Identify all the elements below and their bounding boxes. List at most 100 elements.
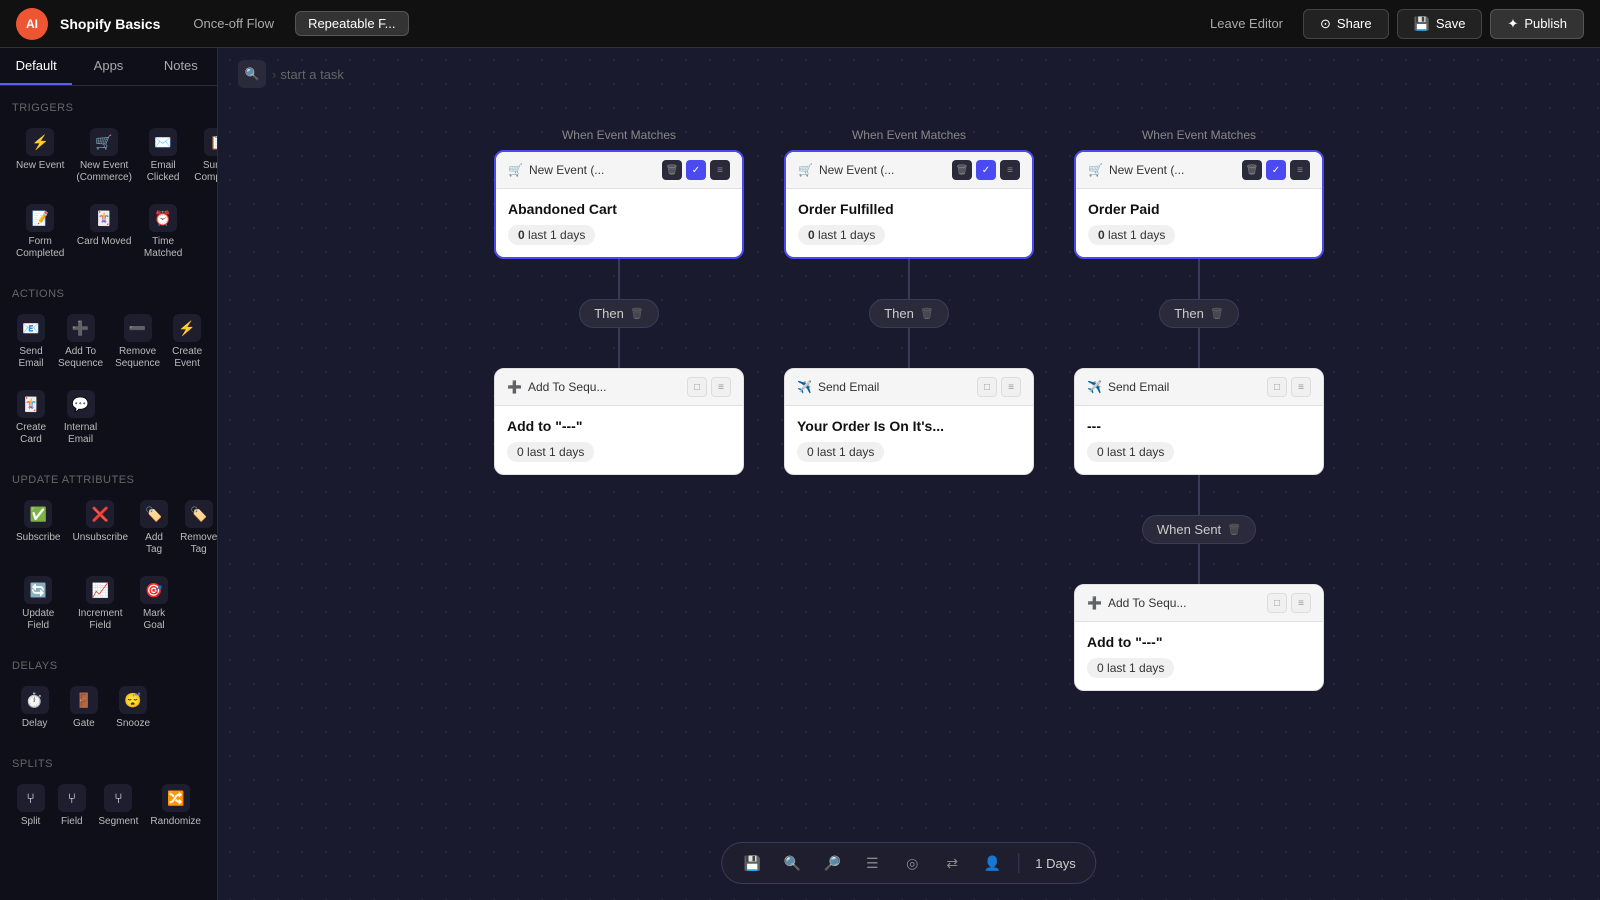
sidebar-item-label: Delay — [22, 718, 48, 730]
card-menu-btn-3[interactable]: ≡ — [1290, 160, 1310, 180]
tab-repeatable[interactable]: Repeatable F... — [295, 11, 408, 36]
action-menu-btn-3[interactable]: ≡ — [1291, 377, 1311, 397]
card-menu-btn-1[interactable]: ≡ — [710, 160, 730, 180]
canvas-search-button[interactable]: 🔍 — [238, 60, 266, 88]
sidebar-item-time-matched[interactable]: ⏰ Time Matched — [140, 196, 186, 268]
card-check-btn-3[interactable]: ✓ — [1266, 160, 1286, 180]
sidebar-item-subscribe[interactable]: ✅ Subscribe — [12, 492, 64, 564]
sub-action-card-3[interactable]: ➕ Add To Sequ... □ ≡ Add to "---" 0 last… — [1074, 584, 1324, 691]
event-card-2[interactable]: 🛒 New Event (... 🗑 ✓ ≡ Order Fulfilled 0… — [784, 150, 1034, 259]
event-card-3[interactable]: 🛒 New Event (... 🗑 ✓ ≡ Order Paid 0 last… — [1074, 150, 1324, 259]
sidebar-item-label: Update Field — [16, 608, 60, 632]
leave-editor-button[interactable]: Leave Editor — [1198, 10, 1295, 37]
event-card-actions-1: 🗑 ✓ ≡ — [662, 160, 730, 180]
sub-action-delete-btn-3[interactable]: □ — [1267, 593, 1287, 613]
action-card-title-3: Send Email — [1108, 380, 1261, 394]
sidebar-item-unsubscribe[interactable]: ❌ Unsubscribe — [68, 492, 132, 564]
when-sent-trash-icon: 🗑 — [1227, 523, 1241, 536]
sidebar-tab-notes[interactable]: Notes — [145, 48, 217, 85]
sidebar-item-randomize[interactable]: 🔀 Randomize — [146, 776, 205, 836]
toolbar-zoom-in-btn[interactable]: 🔍 — [778, 849, 806, 877]
sidebar-item-add-tag[interactable]: 🏷️ Add Tag — [136, 492, 172, 564]
connector-line-3b — [1198, 328, 1200, 368]
sidebar-item-label: Field — [61, 816, 83, 828]
sidebar-item-create-event[interactable]: ⚡ Create Event — [168, 306, 206, 378]
card-check-btn-2[interactable]: ✓ — [976, 160, 996, 180]
sidebar-item-remove-tag[interactable]: 🏷️ Remove Tag — [176, 492, 218, 564]
connector-line-3 — [1198, 259, 1200, 299]
breadcrumb: › start a task — [272, 67, 344, 82]
sidebar-item-form[interactable]: 📝 Form Completed — [12, 196, 68, 268]
sidebar-item-label: Gate — [73, 718, 95, 730]
action-delete-btn-2[interactable]: □ — [977, 377, 997, 397]
sidebar-item-create-card[interactable]: 🃏 Create Card — [12, 382, 50, 454]
sidebar-item-survey[interactable]: 📋 Survey Completed — [190, 120, 218, 192]
sub-action-stat-3: 0 last 1 days — [1087, 658, 1174, 678]
publish-button[interactable]: ✦ Publish — [1490, 9, 1584, 39]
sidebar-item-label: Unsubscribe — [72, 532, 128, 544]
action-card-2[interactable]: ✈️ Send Email □ ≡ Your Order Is On It's.… — [784, 368, 1034, 475]
sidebar-item-new-event[interactable]: ⚡ New Event — [12, 120, 68, 192]
toolbar-person-btn[interactable]: 👤 — [978, 849, 1006, 877]
sidebar-item-send-email[interactable]: 📧 Send Email — [12, 306, 50, 378]
toolbar-zoom-out-btn[interactable]: 🔎 — [818, 849, 846, 877]
sidebar-item-label: Remove Tag — [180, 532, 217, 556]
header: AI Shopify Basics Once-off Flow Repeatab… — [0, 0, 1600, 48]
sidebar-item-split[interactable]: ⑂ Split — [12, 776, 49, 836]
sidebar-item-gate[interactable]: 🚪 Gate — [61, 678, 106, 738]
sidebar-tab-apps[interactable]: Apps — [72, 48, 144, 85]
sub-connector-line-3b — [1198, 544, 1200, 584]
header-right: Leave Editor ⊙ Share 💾 Save ✦ Publish — [1198, 9, 1584, 39]
share-button[interactable]: ⊙ Share — [1303, 9, 1389, 39]
update-attributes-grid: ✅ Subscribe ❌ Unsubscribe 🏷️ Add Tag 🏷️ … — [12, 492, 205, 640]
sidebar: Default Apps Notes Triggers ⚡ New Event … — [0, 48, 218, 900]
tab-once-off[interactable]: Once-off Flow — [180, 11, 287, 36]
card-check-btn-1[interactable]: ✓ — [686, 160, 706, 180]
sidebar-item-card-moved[interactable]: 🃏 Card Moved — [72, 196, 136, 268]
sidebar-item-field-split[interactable]: ⑂ Field — [53, 776, 90, 836]
action-delete-btn-3[interactable]: □ — [1267, 377, 1287, 397]
action-card-3[interactable]: ✈️ Send Email □ ≡ --- 0 last 1 days — [1074, 368, 1324, 475]
form-icon: 📝 — [26, 204, 54, 232]
sidebar-item-update-field[interactable]: 🔄 Update Field — [12, 568, 64, 640]
sidebar-item-email-clicked[interactable]: ✉️ Email Clicked — [140, 120, 186, 192]
when-sent-button[interactable]: When Sent 🗑 — [1142, 515, 1256, 544]
sidebar-item-label: Email Clicked — [144, 160, 182, 184]
card-delete-btn-1[interactable]: 🗑 — [662, 160, 682, 180]
sidebar-item-mark-goal[interactable]: 🎯 Mark Goal — [136, 568, 172, 640]
then-button-3[interactable]: Then 🗑 — [1159, 299, 1239, 328]
canvas: 🔍 › start a task When Event Matches 🛒 Ne… — [218, 48, 1600, 900]
sidebar-item-new-event-commerce[interactable]: 🛒 New Event (Commerce) — [72, 120, 136, 192]
toolbar-list-btn[interactable]: ☰ — [858, 849, 886, 877]
sub-action-menu-btn-3[interactable]: ≡ — [1291, 593, 1311, 613]
sidebar-item-label: Segment — [98, 816, 138, 828]
event-card-1[interactable]: 🛒 New Event (... 🗑 ✓ ≡ Abandoned Cart 0 … — [494, 150, 744, 259]
save-button[interactable]: 💾 Save — [1397, 9, 1483, 39]
card-menu-btn-2[interactable]: ≡ — [1000, 160, 1020, 180]
sidebar-item-add-sequence[interactable]: ➕ Add To Sequence — [54, 306, 107, 378]
connector-1: Then 🗑 — [579, 259, 659, 368]
action-card-actions-1: □ ≡ — [687, 377, 731, 397]
action-card-1[interactable]: ➕ Add To Sequ... □ ≡ Add to "---" 0 last… — [494, 368, 744, 475]
toolbar-save-btn[interactable]: 💾 — [738, 849, 766, 877]
triggers-title: Triggers — [12, 94, 205, 120]
sidebar-item-label: Send Email — [16, 346, 46, 370]
sidebar-item-increment-field[interactable]: 📈 Increment Field — [68, 568, 132, 640]
then-button-2[interactable]: Then 🗑 — [869, 299, 949, 328]
sidebar-item-delay[interactable]: ⏱️ Delay — [12, 678, 57, 738]
then-button-1[interactable]: Then 🗑 — [579, 299, 659, 328]
sidebar-item-snooze[interactable]: 😴 Snooze — [111, 678, 156, 738]
splits-title: Splits — [12, 750, 205, 776]
sidebar-tab-default[interactable]: Default — [0, 48, 72, 85]
sidebar-item-remove-sequence[interactable]: ➖ Remove Sequence — [111, 306, 164, 378]
action-delete-btn-1[interactable]: □ — [687, 377, 707, 397]
time-icon: ⏰ — [149, 204, 177, 232]
toolbar-pointer-btn[interactable]: ◎ — [898, 849, 926, 877]
toolbar-connect-btn[interactable]: ⇄ — [938, 849, 966, 877]
card-delete-btn-2[interactable]: 🗑 — [952, 160, 972, 180]
sidebar-item-internal-email[interactable]: 💬 Internal Email — [54, 382, 107, 454]
sidebar-item-segment[interactable]: ⑂ Segment — [94, 776, 142, 836]
action-menu-btn-2[interactable]: ≡ — [1001, 377, 1021, 397]
action-menu-btn-1[interactable]: ≡ — [711, 377, 731, 397]
card-delete-btn-3[interactable]: 🗑 — [1242, 160, 1262, 180]
